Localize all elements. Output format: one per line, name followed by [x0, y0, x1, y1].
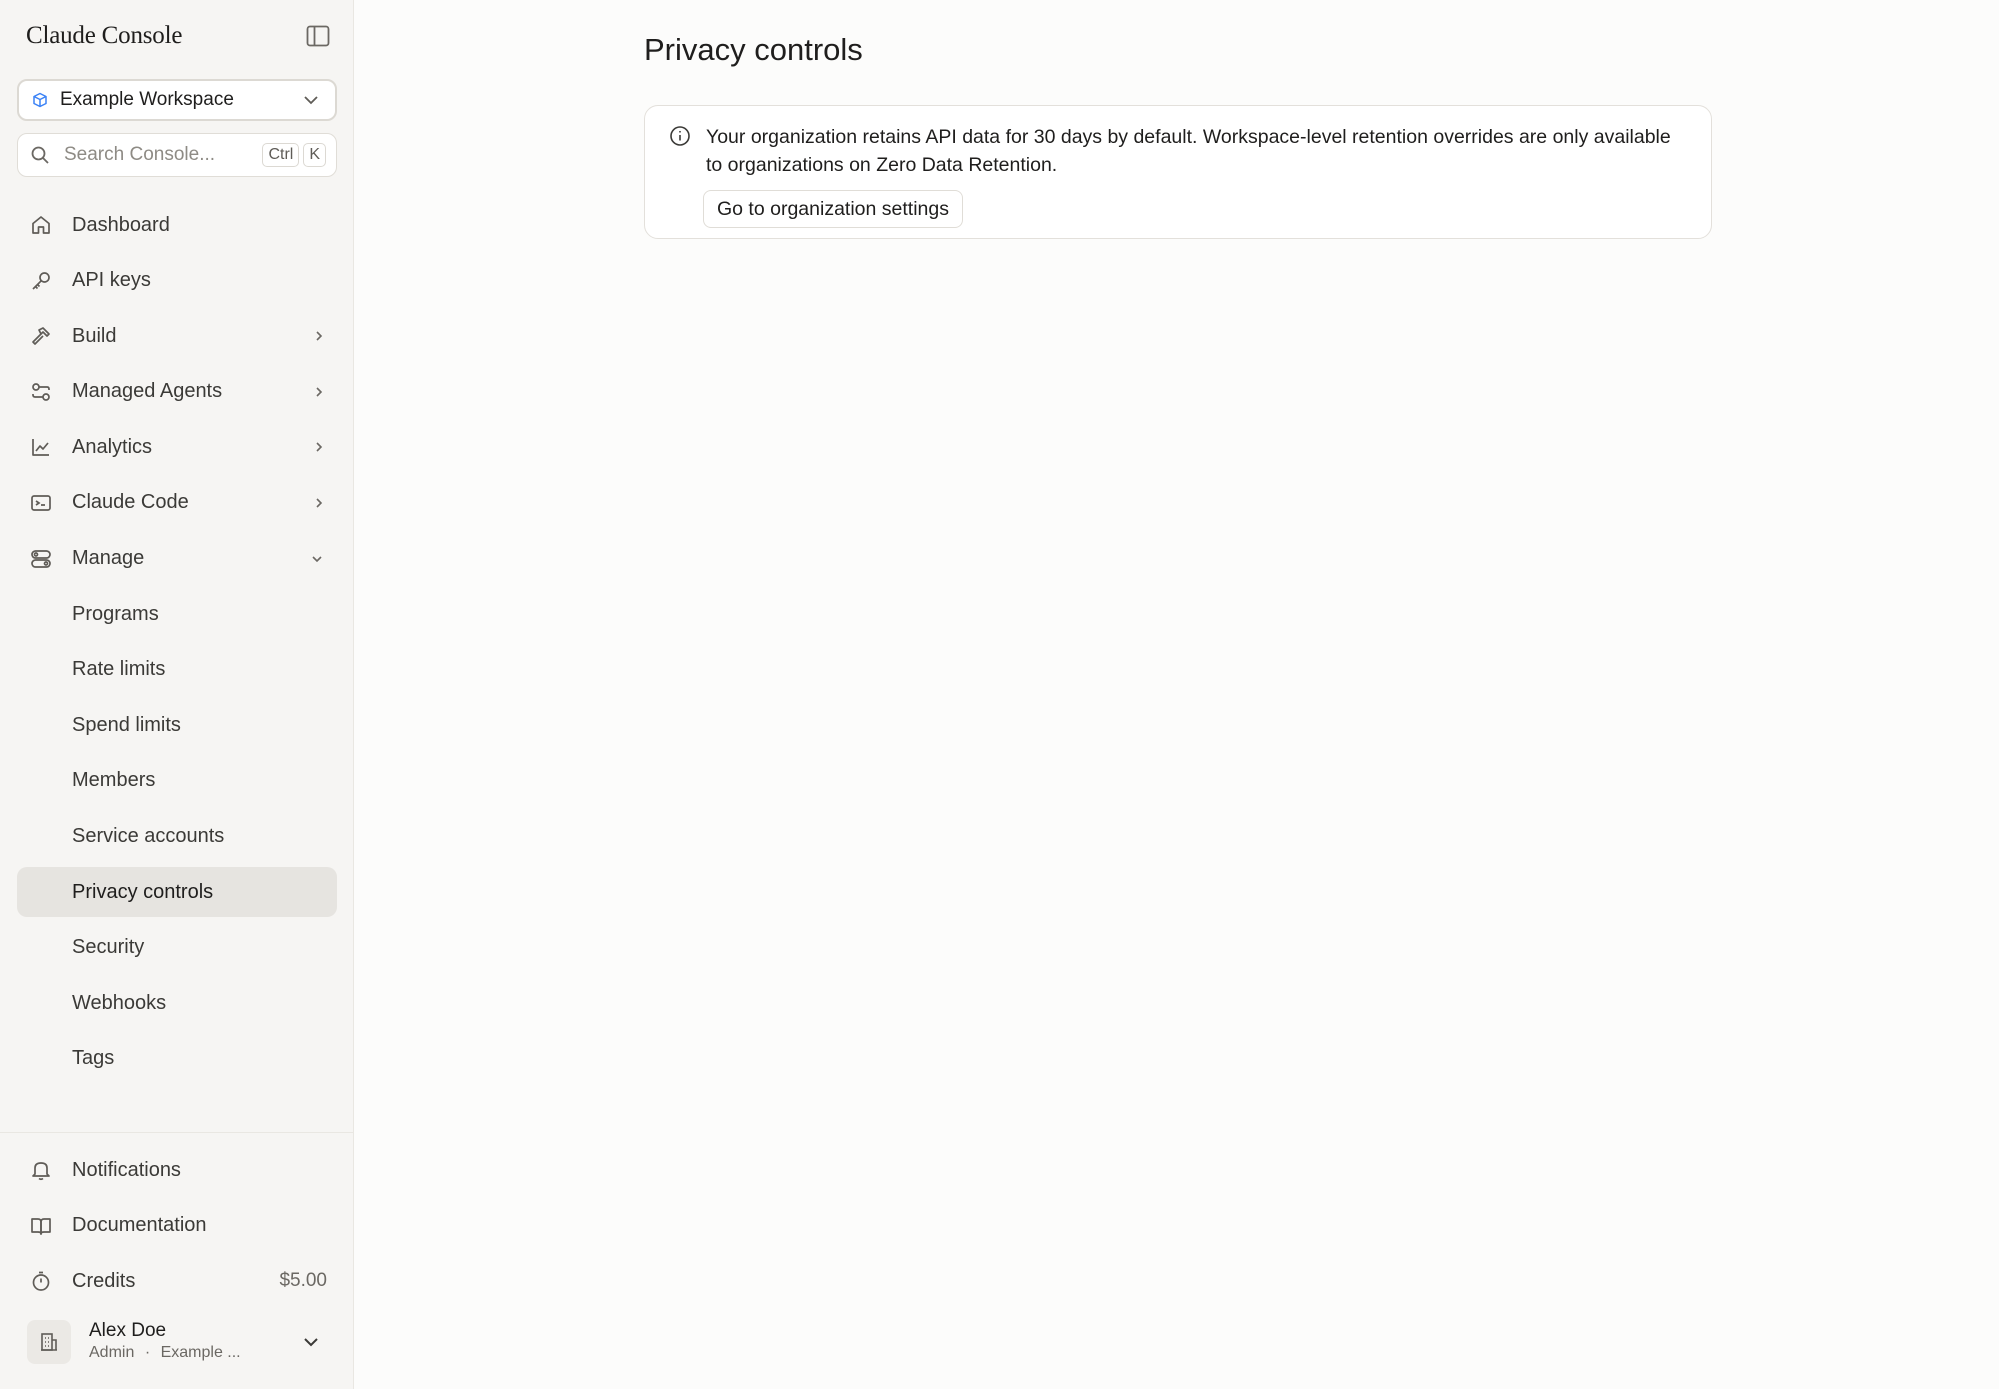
nav-item-rate-limits[interactable]: Rate limits — [17, 645, 337, 695]
nav-label: Security — [72, 936, 145, 959]
user-info: Alex Doe Admin · Example ... — [89, 1320, 303, 1364]
nav-label: Webhooks — [72, 991, 167, 1014]
workspace-name: Example Workspace — [60, 89, 234, 110]
nav-label: Service accounts — [72, 825, 225, 848]
user-separator: · — [144, 1344, 151, 1361]
stopwatch-icon — [29, 1269, 53, 1293]
user-role-org: Admin · Example ... — [89, 1342, 303, 1364]
terminal-icon — [29, 491, 53, 515]
hammer-icon — [29, 324, 53, 348]
nav-item-analytics[interactable]: Analytics — [17, 422, 337, 472]
search-icon — [30, 145, 50, 165]
search-box: Ctrl K — [17, 133, 337, 177]
nav-item-privacy-controls[interactable]: Privacy controls — [17, 867, 337, 918]
nav-item-api-keys[interactable]: API keys — [17, 256, 337, 306]
chevron-down-icon — [303, 1337, 319, 1347]
nav-item-notifications[interactable]: Notifications — [17, 1145, 337, 1195]
building-icon — [41, 1333, 57, 1351]
main-nav: Dashboard API keys Build Managed Agents … — [17, 200, 337, 1090]
user-role: Admin — [89, 1344, 135, 1361]
search-shortcut: Ctrl K — [262, 143, 330, 167]
nav-label: Programs — [72, 602, 159, 625]
chart-line-icon — [29, 435, 53, 459]
nav-item-build[interactable]: Build — [17, 311, 337, 361]
brand-logo: Claude Console — [26, 22, 183, 49]
shortcut-key-ctrl: Ctrl — [262, 143, 300, 167]
workspace-selector[interactable]: Example Workspace — [17, 79, 337, 121]
nav-item-claude-code[interactable]: Claude Code — [17, 478, 337, 528]
nav-label: Manage — [72, 547, 145, 570]
nav-label: Build — [72, 324, 117, 347]
sidebar-bottom-nav: Notifications Documentation Credits $5.0… — [17, 1145, 337, 1312]
user-menu[interactable]: Alex Doe Admin · Example ... — [27, 1318, 327, 1366]
manage-icon — [29, 547, 53, 571]
nav-label: Privacy controls — [72, 880, 214, 903]
notice-message: Your organization retains API data for 3… — [706, 126, 1671, 176]
nav-label: Credits — [72, 1269, 136, 1292]
nav-label: Rate limits — [72, 658, 166, 681]
nav-item-security[interactable]: Security — [17, 923, 337, 973]
nav-item-managed-agents[interactable]: Managed Agents — [17, 367, 337, 417]
nav-item-programs[interactable]: Programs — [17, 589, 337, 639]
nav-label: Notifications — [72, 1158, 181, 1181]
chevron-right-icon — [315, 497, 323, 509]
info-icon — [669, 125, 691, 147]
nav-label: Analytics — [72, 435, 153, 458]
nav-item-spend-limits[interactable]: Spend limits — [17, 700, 337, 750]
bell-icon — [29, 1158, 53, 1182]
book-icon — [29, 1214, 53, 1238]
nav-label: Members — [72, 769, 156, 792]
page-title: Privacy controls — [644, 32, 863, 67]
app: Claude Console Example Workspace Search … — [0, 0, 1999, 1389]
nav-item-tags[interactable]: Tags — [17, 1034, 337, 1084]
nav-item-members[interactable]: Members — [17, 756, 337, 806]
nav-label: Spend limits — [72, 713, 181, 736]
sidebar-toggle-button[interactable] — [304, 24, 332, 48]
sidebar-toggle-icon — [306, 25, 330, 47]
key-icon — [29, 269, 53, 293]
avatar — [27, 1320, 71, 1364]
nav-label: API keys — [72, 269, 151, 292]
home-icon — [29, 213, 53, 237]
chevron-down-icon — [303, 95, 319, 105]
agents-icon — [29, 380, 53, 404]
search-input[interactable] — [62, 143, 256, 167]
sidebar: Claude Console Example Workspace Search … — [0, 0, 354, 1389]
nav-label: Managed Agents — [72, 380, 223, 403]
user-org: Example ... — [160, 1344, 241, 1361]
retention-notice: Your organization retains API data for 3… — [644, 105, 1712, 239]
nav-item-dashboard[interactable]: Dashboard — [17, 200, 337, 250]
chevron-down-icon — [311, 555, 323, 563]
nav-item-service-accounts[interactable]: Service accounts — [17, 812, 337, 862]
nav-item-credits[interactable]: Credits $5.00 — [17, 1256, 337, 1306]
nav-item-manage[interactable]: Manage — [17, 534, 337, 584]
nav-item-documentation[interactable]: Documentation — [17, 1201, 337, 1251]
nav-label: Documentation — [72, 1214, 207, 1237]
chevron-right-icon — [315, 441, 323, 453]
nav-label: Dashboard — [72, 213, 170, 236]
chevron-right-icon — [315, 386, 323, 398]
go-to-organization-settings-button[interactable]: Go to organization settings — [703, 190, 963, 228]
nav-label: Claude Code — [72, 491, 189, 514]
nav-item-webhooks[interactable]: Webhooks — [17, 978, 337, 1028]
shortcut-key-k: K — [303, 143, 326, 167]
nav-label: Tags — [72, 1047, 115, 1070]
sidebar-divider — [0, 1132, 354, 1133]
chevron-right-icon — [315, 330, 323, 342]
user-name: Alex Doe — [89, 1320, 167, 1341]
credits-balance: $5.00 — [279, 1270, 327, 1292]
cube-icon — [32, 91, 50, 109]
